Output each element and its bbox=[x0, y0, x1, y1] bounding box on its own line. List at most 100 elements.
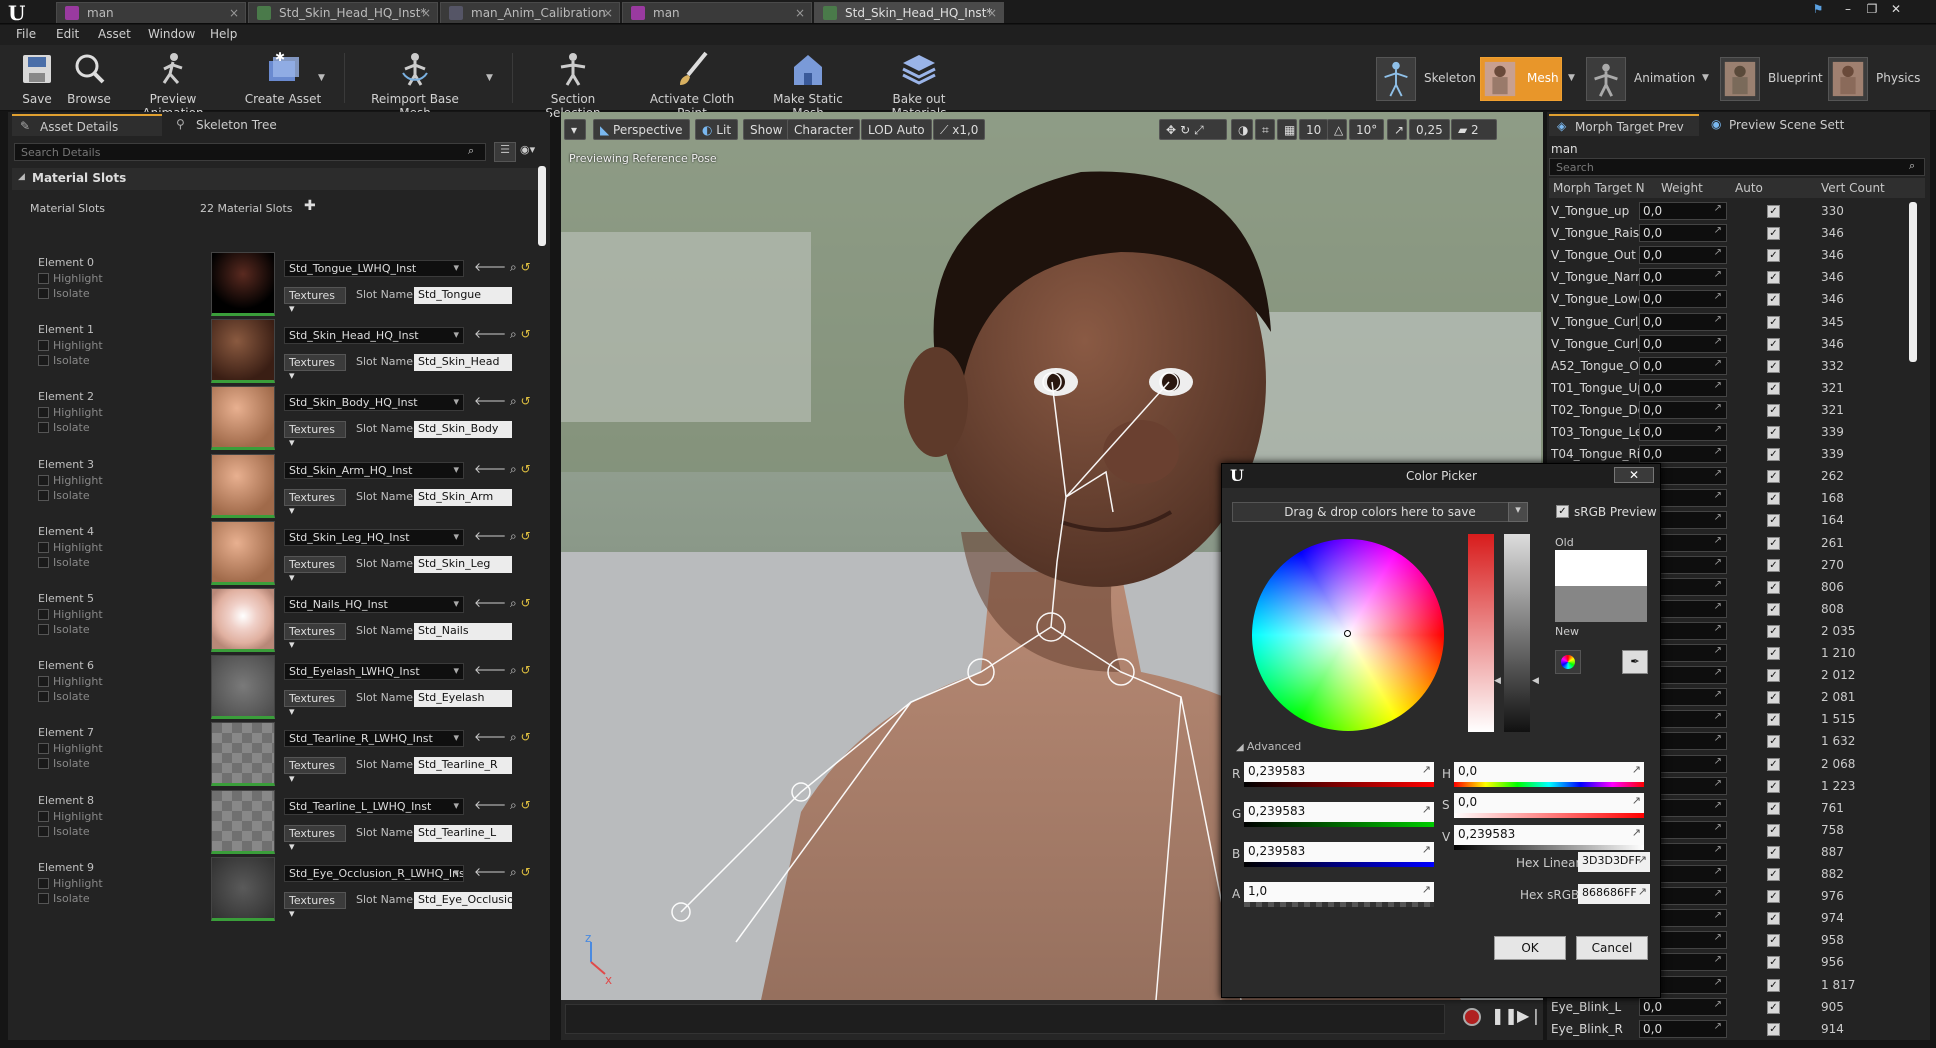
auto-checkbox[interactable]: ✓ bbox=[1767, 890, 1780, 904]
material-combo[interactable]: Std_Eye_Occlusion_R_LWHQ_Inst bbox=[284, 864, 464, 882]
material-combo[interactable]: Std_Skin_Leg_HQ_Inst bbox=[284, 528, 464, 546]
slot-name-input[interactable]: Std_Tearline_L bbox=[414, 824, 512, 842]
color-swatch-drop-area[interactable]: Drag & drop colors here to save bbox=[1232, 502, 1528, 522]
isolate-checkbox[interactable]: Isolate bbox=[38, 489, 90, 502]
eyedropper-icon[interactable]: ✒ bbox=[1622, 650, 1648, 674]
show-button[interactable]: Show bbox=[743, 119, 790, 140]
weight-spinbox[interactable]: 0,0 bbox=[1639, 246, 1727, 265]
morph-target-row[interactable]: V_Tongue_Out0,0 ✓ 346 bbox=[1549, 245, 1924, 267]
material-thumbnail[interactable] bbox=[211, 453, 275, 518]
animation-mode-icon[interactable] bbox=[1586, 57, 1626, 101]
use-selected-arrow-icon[interactable]: 🡐 bbox=[474, 260, 506, 274]
browse-magnifier-icon[interactable]: ⌕ bbox=[510, 730, 517, 744]
v-channel-gradient[interactable] bbox=[1454, 845, 1644, 850]
material-combo[interactable]: Std_Tongue_LWHQ_Inst bbox=[284, 260, 464, 277]
checkbox-box[interactable] bbox=[38, 624, 49, 635]
rotation-snap-value[interactable]: 10° bbox=[1349, 119, 1385, 140]
textures-dropdown[interactable]: Textures ▾ bbox=[284, 287, 346, 315]
isolate-checkbox[interactable]: Isolate bbox=[38, 825, 90, 838]
reset-arrow-icon[interactable]: ↺ bbox=[521, 865, 531, 879]
auto-checkbox[interactable]: ✓ bbox=[1767, 558, 1780, 572]
reset-arrow-icon[interactable]: ↺ bbox=[521, 260, 531, 274]
auto-checkbox[interactable]: ✓ bbox=[1767, 337, 1780, 351]
use-selected-arrow-icon[interactable]: 🡐 bbox=[474, 327, 506, 341]
auto-checkbox[interactable]: ✓ bbox=[1767, 205, 1780, 218]
auto-checkbox[interactable]: ✓ bbox=[1767, 359, 1780, 373]
checkbox-box[interactable] bbox=[38, 609, 49, 620]
isolate-checkbox[interactable]: Isolate bbox=[38, 354, 90, 367]
lod-button[interactable]: LOD Auto bbox=[861, 119, 932, 140]
a-channel-gradient[interactable] bbox=[1244, 902, 1434, 907]
material-slots-section-header[interactable]: ◢ Material Slots bbox=[12, 168, 538, 190]
record-button[interactable] bbox=[1463, 1008, 1481, 1026]
close-icon[interactable]: × bbox=[421, 6, 431, 20]
isolate-checkbox[interactable]: Isolate bbox=[38, 757, 90, 770]
highlight-checkbox[interactable]: Highlight bbox=[38, 742, 103, 755]
color-wheel-toggle-icon[interactable] bbox=[1555, 650, 1581, 674]
activate-cloth-paint-button[interactable]: Activate Cloth Paint bbox=[634, 49, 750, 120]
mesh-mode-dropdown-icon[interactable]: ▼ bbox=[1568, 73, 1575, 83]
eye-visibility-icon[interactable]: ◉▾ bbox=[520, 143, 535, 156]
material-combo[interactable]: Std_Tearline_R_LWHQ_Inst bbox=[284, 730, 464, 748]
scale-snap-icon[interactable]: ↗ bbox=[1387, 119, 1407, 140]
menu-file[interactable]: File bbox=[16, 27, 36, 41]
material-thumbnail[interactable] bbox=[211, 856, 275, 921]
auto-checkbox[interactable]: ✓ bbox=[1767, 470, 1780, 484]
browse-magnifier-icon[interactable]: ⌕ bbox=[510, 462, 517, 476]
slot-name-input[interactable]: Std_Skin_Leg bbox=[414, 555, 512, 573]
textures-dropdown[interactable]: Textures ▾ bbox=[284, 555, 346, 584]
camera-speed-button[interactable]: ▰ 2 bbox=[1451, 119, 1497, 140]
morph-search-input[interactable]: Search bbox=[1549, 158, 1925, 176]
v-channel-input[interactable]: 0,239583 bbox=[1454, 825, 1644, 845]
material-thumbnail[interactable] bbox=[211, 722, 275, 787]
doc-tab-skin-head-1[interactable]: Std_Skin_Head_HQ_Inst* × bbox=[248, 2, 438, 23]
auto-checkbox[interactable]: ✓ bbox=[1767, 492, 1780, 506]
playback-speed-button[interactable]: ⟋ x1,0 bbox=[933, 119, 986, 140]
auto-checkbox[interactable]: ✓ bbox=[1767, 536, 1780, 550]
checkbox-box[interactable] bbox=[38, 810, 49, 822]
weight-spinbox[interactable]: 0,0 bbox=[1639, 268, 1727, 287]
auto-checkbox[interactable]: ✓ bbox=[1767, 691, 1780, 705]
scale-icon[interactable]: ⤢ bbox=[1194, 123, 1208, 137]
column-weight[interactable]: Weight bbox=[1661, 181, 1703, 195]
weight-spinbox[interactable]: 0,0 bbox=[1639, 312, 1727, 331]
physics-mode-icon[interactable] bbox=[1828, 57, 1868, 101]
auto-checkbox[interactable]: ✓ bbox=[1767, 735, 1780, 749]
checkbox-box[interactable] bbox=[38, 825, 49, 837]
menu-edit[interactable]: Edit bbox=[56, 27, 79, 41]
material-thumbnail[interactable] bbox=[211, 319, 275, 384]
s-channel-input[interactable]: 0,0 bbox=[1454, 793, 1644, 813]
auto-checkbox[interactable]: ✓ bbox=[1767, 912, 1780, 926]
reset-arrow-icon[interactable]: ↺ bbox=[521, 327, 531, 341]
browse-magnifier-icon[interactable]: ⌕ bbox=[510, 663, 517, 677]
textures-dropdown[interactable]: Textures ▾ bbox=[284, 757, 346, 785]
slot-name-input[interactable]: Std_Skin_Arm bbox=[414, 488, 512, 506]
use-selected-arrow-icon[interactable]: 🡐 bbox=[474, 462, 506, 476]
material-thumbnail[interactable] bbox=[211, 520, 275, 585]
close-icon[interactable]: × bbox=[795, 6, 805, 20]
notification-icon[interactable]: ⚑ bbox=[1806, 0, 1830, 18]
close-window-button[interactable]: ✕ bbox=[1884, 0, 1908, 18]
lit-button[interactable]: ◐ Lit bbox=[695, 119, 739, 140]
reimport-base-mesh-button[interactable]: Reimport Base Mesh bbox=[356, 49, 474, 120]
auto-checkbox[interactable]: ✓ bbox=[1767, 978, 1780, 992]
material-thumbnail[interactable] bbox=[211, 588, 275, 652]
use-selected-arrow-icon[interactable]: 🡐 bbox=[474, 730, 506, 744]
a-channel-input[interactable]: 1,0 bbox=[1244, 882, 1434, 902]
column-auto[interactable]: Auto bbox=[1735, 181, 1763, 195]
material-combo[interactable]: Std_Tearline_L_LWHQ_Inst bbox=[284, 797, 464, 815]
close-icon[interactable]: × bbox=[603, 6, 613, 20]
auto-checkbox[interactable]: ✓ bbox=[1767, 1000, 1780, 1014]
h-channel-input[interactable]: 0,0 bbox=[1454, 762, 1644, 782]
highlight-checkbox[interactable]: Highlight bbox=[38, 339, 103, 352]
slot-name-input[interactable]: Std_Eye_Occlusio bbox=[414, 891, 512, 909]
textures-dropdown[interactable]: Textures ▾ bbox=[284, 891, 346, 920]
timeline-scrubber[interactable] bbox=[565, 1004, 1445, 1034]
tab-morph-target-preview[interactable]: ◈ Morph Target Prev bbox=[1549, 114, 1699, 136]
slot-name-input[interactable]: Std_Tearline_R bbox=[414, 757, 512, 775]
advanced-collapse-arrow-icon[interactable]: ◢ Advanced bbox=[1236, 740, 1301, 753]
auto-checkbox[interactable]: ✓ bbox=[1767, 1022, 1780, 1036]
weight-spinbox[interactable]: 0,0 bbox=[1639, 400, 1727, 419]
use-selected-arrow-icon[interactable]: 🡐 bbox=[474, 663, 506, 677]
morph-target-row[interactable]: V_Tongue_Raise0,0 ✓ 346 bbox=[1549, 223, 1924, 245]
